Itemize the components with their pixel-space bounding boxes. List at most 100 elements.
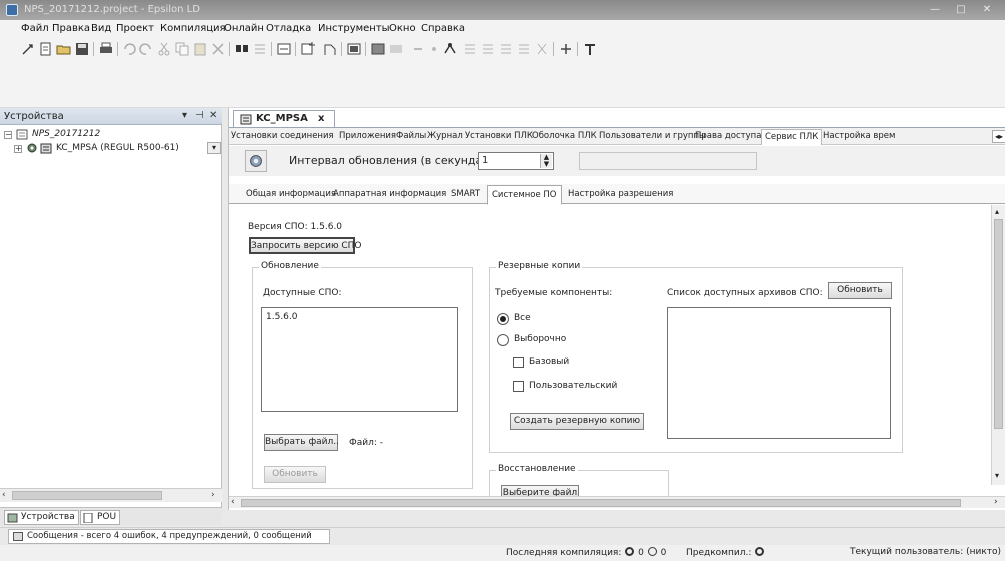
watch-icon[interactable] bbox=[516, 41, 532, 57]
vertical-scroll-thumb[interactable] bbox=[994, 219, 1003, 429]
content-vertical-scrollbar[interactable]: ▴ ▾ bbox=[991, 205, 1005, 485]
close-window-button[interactable]: ✕ bbox=[979, 3, 995, 17]
cursor-icon[interactable] bbox=[20, 41, 36, 57]
tab-hardware-info[interactable]: Аппаратная информация bbox=[333, 189, 446, 199]
request-version-button[interactable]: Запросить версию СПО bbox=[249, 237, 362, 254]
settings-icon[interactable] bbox=[582, 41, 598, 57]
checkbox-user[interactable] bbox=[513, 381, 524, 392]
tab-time-settings[interactable]: Настройка врем bbox=[823, 131, 895, 141]
minimize-button[interactable]: — bbox=[927, 3, 943, 17]
menu-project[interactable]: Проект bbox=[116, 23, 154, 34]
radio-all[interactable] bbox=[497, 313, 509, 325]
step-into-icon[interactable] bbox=[480, 41, 496, 57]
maximize-button[interactable]: □ bbox=[953, 3, 969, 17]
cut-icon[interactable] bbox=[156, 41, 172, 57]
checkbox-basic[interactable] bbox=[513, 357, 524, 368]
tab-system-software[interactable]: Системное ПО bbox=[487, 185, 562, 205]
tab-plc-shell[interactable]: Оболочка ПЛК bbox=[532, 131, 597, 141]
step-out-icon[interactable] bbox=[498, 41, 514, 57]
reset-icon[interactable] bbox=[426, 41, 442, 57]
refresh-archives-button[interactable]: Обновить bbox=[828, 282, 892, 299]
menu-online[interactable]: Онлайн bbox=[224, 23, 264, 34]
tab-applications[interactable]: Приложения bbox=[339, 131, 396, 141]
menu-file[interactable]: Файл bbox=[21, 23, 49, 34]
write-values-icon[interactable] bbox=[558, 41, 574, 57]
expand-icon[interactable]: + bbox=[14, 145, 22, 153]
tab-plc-settings[interactable]: Установки ПЛК bbox=[465, 131, 533, 141]
redo-icon[interactable] bbox=[138, 41, 154, 57]
scroll-down-icon[interactable]: ▾ bbox=[995, 471, 999, 480]
insert-icon[interactable] bbox=[322, 41, 338, 57]
refresh-gear-button[interactable] bbox=[245, 150, 267, 172]
tab-general-info[interactable]: Общая информация bbox=[246, 189, 336, 199]
scroll-left-icon[interactable]: ‹ bbox=[231, 497, 235, 507]
save-icon[interactable] bbox=[74, 41, 90, 57]
document-tab-kc-mpsa[interactable]: KC_MPSA x bbox=[233, 110, 335, 127]
scroll-right-icon[interactable]: › bbox=[994, 497, 998, 507]
tab-users-groups[interactable]: Пользователи и группы bbox=[599, 131, 706, 141]
scroll-right-icon[interactable]: › bbox=[211, 490, 215, 500]
close-tab-icon[interactable]: x bbox=[318, 113, 324, 124]
tab-access-rights[interactable]: Права доступа bbox=[695, 131, 761, 141]
menu-tools[interactable]: Инструменты bbox=[318, 23, 390, 34]
tab-devices[interactable]: Устройства bbox=[4, 510, 79, 525]
menu-edit[interactable]: Правка bbox=[52, 23, 90, 34]
find-icon[interactable] bbox=[234, 41, 250, 57]
print-icon[interactable] bbox=[98, 41, 114, 57]
pin-icon[interactable]: ⊣ bbox=[195, 110, 204, 121]
spinner-arrows-icon[interactable]: ▲ ▼ bbox=[540, 154, 552, 168]
scroll-thumb[interactable] bbox=[12, 491, 162, 500]
login-icon[interactable] bbox=[346, 41, 362, 57]
archives-list[interactable] bbox=[667, 307, 891, 439]
download-icon[interactable] bbox=[370, 41, 386, 57]
messages-tab[interactable]: Сообщения - всего 4 ошибок, 4 предупрежд… bbox=[8, 529, 330, 544]
build-icon[interactable] bbox=[276, 41, 292, 57]
menu-build[interactable]: Компиляция bbox=[160, 23, 226, 34]
available-software-list[interactable]: 1.5.6.0 bbox=[261, 307, 458, 412]
tab-files[interactable]: Файлы bbox=[396, 131, 426, 141]
tab-permission-settings[interactable]: Настройка разрешения bbox=[568, 189, 673, 199]
tab-pou[interactable]: POU bbox=[80, 510, 121, 525]
list-item[interactable]: 1.5.6.0 bbox=[266, 312, 298, 322]
open-folder-icon[interactable] bbox=[56, 41, 72, 57]
refresh-interval-input[interactable]: 1 ▲ ▼ bbox=[478, 152, 554, 170]
menu-view[interactable]: Вид bbox=[91, 23, 111, 34]
precompile-status: Предкомпил.: bbox=[686, 547, 765, 558]
panel-menu-icon[interactable]: ▾ bbox=[182, 110, 187, 121]
run-icon[interactable] bbox=[388, 41, 404, 57]
tree-item-device[interactable]: + KC_MPSA (REGUL R500-61) bbox=[0, 142, 205, 156]
tab-plc-service[interactable]: Сервис ПЛК bbox=[761, 129, 823, 145]
tab-connection-settings[interactable]: Установки соединения bbox=[231, 131, 334, 141]
choose-file-button[interactable]: Выбрать файл.. bbox=[264, 434, 339, 451]
menu-window[interactable]: Окно bbox=[389, 23, 416, 34]
new-file-icon[interactable] bbox=[38, 41, 54, 57]
last-compile-status: Последняя компиляция: 0 0 bbox=[506, 547, 666, 558]
delete-icon[interactable] bbox=[210, 41, 226, 57]
undo-icon[interactable] bbox=[121, 41, 137, 57]
close-panel-icon[interactable]: ✕ bbox=[209, 110, 217, 121]
tree-item-project[interactable]: − NPS_20171212 bbox=[0, 128, 205, 142]
menu-help[interactable]: Справка bbox=[421, 23, 465, 34]
step-over-icon[interactable] bbox=[462, 41, 478, 57]
tab-scroll-icon[interactable]: ◂▸ bbox=[992, 130, 1005, 143]
create-backup-button[interactable]: Создать резервную копию bbox=[510, 413, 644, 430]
copy-icon[interactable] bbox=[174, 41, 190, 57]
horizontal-scroll-thumb[interactable] bbox=[241, 499, 961, 507]
radio-selective[interactable] bbox=[497, 334, 509, 346]
update-button[interactable]: Обновить bbox=[264, 466, 326, 483]
scroll-up-icon[interactable]: ▴ bbox=[995, 207, 999, 216]
breakpoint-icon[interactable] bbox=[442, 41, 458, 57]
collapse-icon[interactable]: − bbox=[4, 131, 12, 139]
add-object-icon[interactable] bbox=[300, 41, 316, 57]
devices-horizontal-scrollbar[interactable]: ‹ › bbox=[0, 488, 222, 502]
content-horizontal-scrollbar[interactable]: ‹ › bbox=[229, 496, 1005, 508]
force-icon[interactable] bbox=[534, 41, 550, 57]
tab-log[interactable]: Журнал bbox=[427, 131, 463, 141]
scroll-left-icon[interactable]: ‹ bbox=[2, 490, 6, 500]
replace-icon[interactable] bbox=[252, 41, 268, 57]
tab-smart[interactable]: SMART bbox=[451, 189, 480, 199]
paste-icon[interactable] bbox=[192, 41, 208, 57]
stop-icon[interactable] bbox=[410, 41, 426, 57]
tree-dropdown-icon[interactable]: ▾ bbox=[207, 142, 221, 154]
menu-debug[interactable]: Отладка bbox=[266, 23, 311, 34]
